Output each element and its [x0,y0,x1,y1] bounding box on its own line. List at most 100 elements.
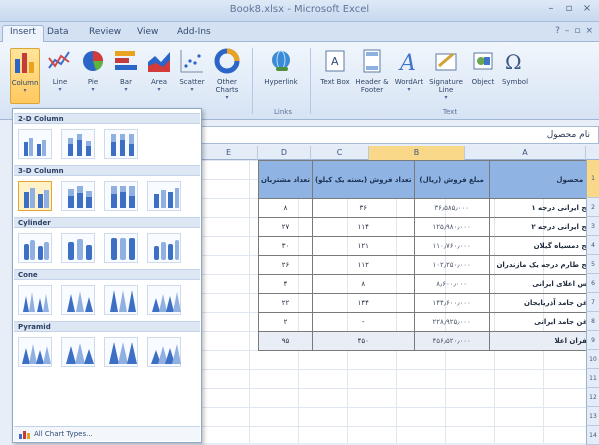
row-header[interactable]: 1 [586,160,599,198]
row-header[interactable]: 10 [586,350,599,369]
cell-amount[interactable]: ۱۱۰٫۷۶۰٫۰۰۰ [413,236,490,256]
close-button[interactable]: × [581,3,593,15]
column-header-d[interactable]: D [258,146,311,160]
symbol-button[interactable]: Ω Symbol [500,48,530,104]
row-header[interactable]: 3 [586,217,599,236]
stacked-cylinder-option[interactable] [61,233,95,263]
row-header[interactable]: 5 [586,255,599,274]
3d-pyramid-option[interactable] [147,337,181,367]
ribbon-close-icon[interactable]: × [585,26,593,36]
signature-line-button[interactable]: Signature Line ▾ [428,48,464,104]
wordart-button[interactable]: A WordArt ▾ [394,48,424,104]
header-product[interactable]: نام محصول [488,160,599,199]
area-chart-button[interactable]: Area ▾ [144,48,174,104]
maximize-button[interactable]: ▫ [563,3,575,15]
cell-qty[interactable]: ۱۱۴ [311,217,415,237]
3d-cylinder-option[interactable] [147,233,181,263]
header-customers[interactable]: تعداد مشتریان [258,160,313,199]
100-stacked-cylinder-option[interactable] [104,233,138,263]
pie-chart-button[interactable]: Pie ▾ [78,48,108,104]
3d-stacked-column-option[interactable] [61,181,95,211]
cell-qty[interactable]: ۳۶ [311,198,415,218]
cell-amount[interactable]: ۱۲۵٫۹۸۰٫۰۰۰ [413,217,490,237]
column-header-a[interactable]: A [465,146,586,160]
header-footer-button[interactable]: Header & Footer [355,48,389,104]
row-header[interactable]: 4 [586,236,599,255]
clustered-pyramid-option[interactable] [18,337,52,367]
row-header[interactable]: 12 [586,388,599,407]
minimize-button[interactable]: – [545,3,557,15]
row-header[interactable]: 9 [586,331,599,350]
cell-product[interactable]: برنج طارم درجه یک مازندران [488,255,599,275]
cell-product[interactable]: برنج ایرانی درجه ۱ [488,198,599,218]
formula-bar[interactable]: نام محصول [200,126,599,144]
tab-data[interactable]: Data [40,26,76,40]
clustered-cylinder-option[interactable] [18,233,52,263]
cell-qty[interactable]: ۱۴۴ [311,293,415,313]
textbox-button[interactable]: A Text Box [320,48,350,104]
cell-amount[interactable]: ۱۰۲٫۲۵۰٫۰۰۰ [413,255,490,275]
header-amount[interactable]: مبلغ فروش (ریال) [413,160,490,199]
stacked-cone-option[interactable] [61,285,95,315]
cell-qty[interactable]: ۱۲۱ [311,236,415,256]
hyperlink-button[interactable]: Hyperlink [262,48,300,104]
stacked-column-option[interactable] [61,129,95,159]
cell-amount[interactable]: ۲۲۸٫۹۲۵٫۰۰۰ [413,312,490,332]
cell-customers[interactable]: ۴ [258,274,313,294]
header-qty[interactable]: تعداد فروش (بسته یک کیلو) [311,160,415,199]
100-stacked-pyramid-option[interactable] [104,337,138,367]
cell-product[interactable]: برنج دمسیاه گیلان [488,236,599,256]
clustered-column-option[interactable] [18,129,52,159]
cell-customers[interactable]: ۲۲ [258,293,313,313]
cell-amount[interactable]: ۴۵۶٫۵۲۰٫۰۰۰ [413,331,490,351]
tab-review[interactable]: Review [82,26,128,40]
column-chart-button[interactable]: Column ▾ [10,48,40,104]
3d-column-option[interactable] [147,181,181,211]
object-button[interactable]: Object [468,48,498,104]
cell-qty[interactable]: ۸ [311,274,415,294]
cell-customers[interactable]: ۸ [258,198,313,218]
100-stacked-column-option[interactable] [104,129,138,159]
row-header[interactable]: 2 [586,198,599,217]
cell-product[interactable]: عدس اعلای ایرانی [488,274,599,294]
row-header[interactable]: 7 [586,293,599,312]
line-chart-button[interactable]: Line ▾ [45,48,75,104]
cell-product[interactable]: زعفران اعلا [488,331,599,351]
cell-product[interactable]: برنج ایرانی درجه ۲ [488,217,599,237]
ribbon-restore-icon[interactable]: ▫ [574,26,580,36]
stacked-pyramid-option[interactable] [61,337,95,367]
row-header[interactable]: 13 [586,407,599,426]
column-header-c[interactable]: C [311,146,369,160]
scatter-chart-button[interactable]: Scatter ▾ [177,48,207,104]
cell-amount[interactable]: ۸٫۶۰۰٫۰۰۰ [413,274,490,294]
cell-customers[interactable]: ۲۶ [258,255,313,275]
column-header-e[interactable]: E [200,146,258,160]
ribbon-minimize-icon[interactable]: – [565,26,570,36]
cell-customers[interactable]: ۹۵ [258,331,313,351]
tab-insert[interactable]: Insert [2,25,44,42]
column-header-b[interactable]: B [369,146,465,160]
cell-customers[interactable]: ۳۰ [258,236,313,256]
row-header[interactable]: 6 [586,274,599,293]
row-header[interactable]: 8 [586,312,599,331]
cell-qty[interactable]: ۴۵۰ [311,331,415,351]
row-header[interactable]: 14 [586,426,599,445]
all-chart-types-link[interactable]: All Chart Types... [14,426,200,441]
tab-view[interactable]: View [130,26,165,40]
3d-clustered-column-option[interactable] [18,181,52,211]
cell-qty[interactable]: ۱۱۲ [311,255,415,275]
help-icon[interactable]: ? [555,26,560,36]
bar-chart-button[interactable]: Bar ▾ [111,48,141,104]
clustered-cone-option[interactable] [18,285,52,315]
3d-cone-option[interactable] [147,285,181,315]
cell-product[interactable]: روغن جامد آذربایجان [488,293,599,313]
100-stacked-cone-option[interactable] [104,285,138,315]
tab-addins[interactable]: Add-Ins [170,26,218,40]
cell-customers[interactable]: ۲ [258,312,313,332]
cell-qty[interactable]: - [311,312,415,332]
3d-100-stacked-column-option[interactable] [104,181,138,211]
cell-amount[interactable]: ۱۴۴٫۶۰۰٫۰۰۰ [413,293,490,313]
cell-product[interactable]: روغن جامد ایرانی [488,312,599,332]
cell-customers[interactable]: ۲۷ [258,217,313,237]
row-header[interactable]: 11 [586,369,599,388]
